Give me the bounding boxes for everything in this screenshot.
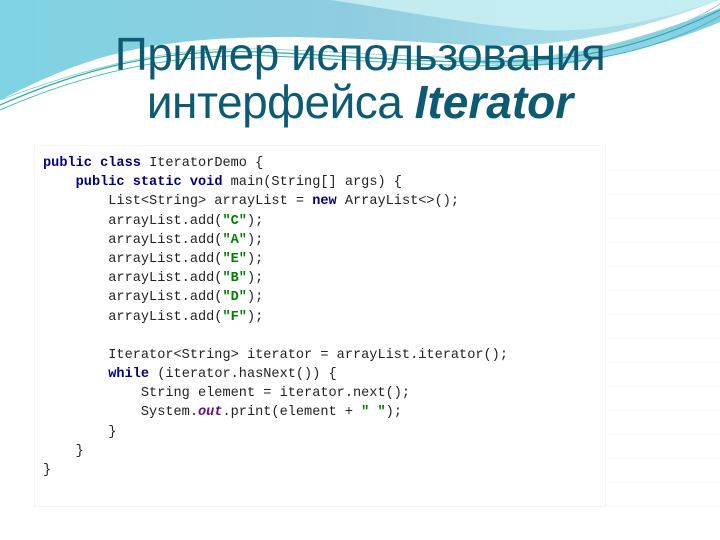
code-line: arrayList.add("C"); [43,212,508,231]
code-text: ); [246,271,264,287]
code-text: arrayList.add( [43,251,223,267]
code-line: arrayList.add("B"); [43,269,508,288]
code-text: ArrayList<>(); [336,194,460,210]
code-line: public class IteratorDemo { [43,154,508,173]
code-line: arrayList.add("F"); [43,308,508,327]
code-text: String element = iterator.next(); [43,386,411,402]
code-line: public static void main(String[] args) { [43,173,508,192]
code-line: arrayList.add("E"); [43,250,508,269]
code-text: Iterator<String> iterator = arrayList.it… [43,347,508,363]
code-text: .print(element + [222,405,362,421]
code-keyword: public static void [75,175,223,191]
code-keyword: new [312,194,337,210]
code-text: ); [246,290,264,306]
code-line: } [43,423,508,442]
code-text: ); [385,405,402,421]
code-line: while (iterator.hasNext()) { [43,365,508,384]
code-line: System.out.print(element + " "); [43,403,508,422]
code-string: " " [361,405,386,421]
code-field: out [198,405,223,421]
code-text: arrayList.add( [43,271,223,287]
title-line-2: интерфейса Iterator [0,78,720,126]
code-text: List<String> arrayList = [43,194,313,210]
code-line: } [43,442,508,461]
code-line: Iterator<String> iterator = arrayList.it… [43,346,508,365]
code-keyword: while [108,367,150,383]
code-string: "F" [222,309,247,325]
code-string: "D" [222,290,247,306]
code-string: "C" [222,213,247,229]
code-line: List<String> arrayList = new ArrayList<>… [43,192,508,211]
code-block: public class IteratorDemo { public stati… [43,154,508,480]
code-text: } [43,443,84,459]
code-string: "B" [222,271,247,287]
title-line-2-prefix: интерфейса [146,76,415,128]
code-string: "A" [222,232,247,248]
code-text: System. [43,405,198,421]
code-line: } [43,461,508,480]
code-text: } [43,424,117,440]
code-line: arrayList.add("D"); [43,288,508,307]
code-line: String element = iterator.next(); [43,384,508,403]
code-text: } [43,463,52,478]
code-text: arrayList.add( [43,232,223,248]
code-text: ); [246,251,264,267]
slide: Пример использования интерфейса Iterator… [0,0,720,540]
code-text: ); [246,309,264,325]
slide-title: Пример использования интерфейса Iterator [0,30,720,126]
code-text: arrayList.add( [43,309,223,325]
title-emphasis-iterator: Iterator [414,76,574,128]
title-line-1: Пример использования [114,28,606,80]
code-text: arrayList.add( [43,290,223,306]
code-text: main(String[] args) { [222,175,402,191]
ruled-background [605,146,720,506]
code-text: (iterator.hasNext()) { [149,367,337,383]
code-line: arrayList.add("A"); [43,231,508,250]
code-text: ); [246,213,264,229]
code-keyword: public class [43,156,141,171]
code-text: arrayList.add( [43,213,223,229]
code-string: "E" [222,251,247,267]
code-text: IteratorDemo { [140,156,264,171]
code-text: ); [246,232,264,248]
